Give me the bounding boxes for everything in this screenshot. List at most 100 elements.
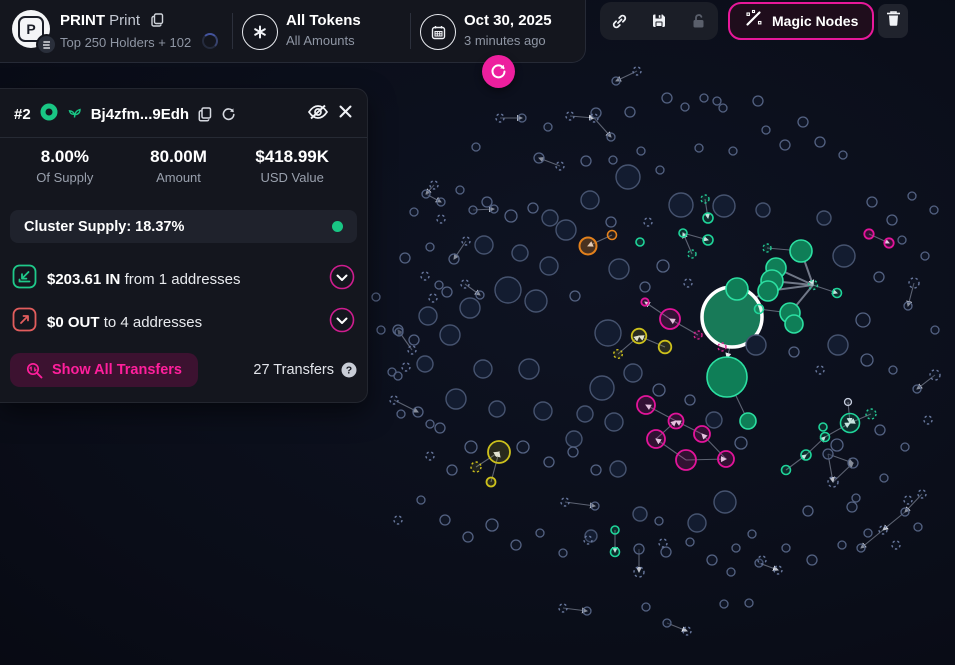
- holder-bubble[interactable]: [624, 106, 636, 118]
- holder-bubble[interactable]: [802, 505, 814, 517]
- holder-bubble[interactable]: [832, 244, 856, 268]
- token-logo[interactable]: P: [12, 10, 57, 55]
- holder-bubble[interactable]: [680, 102, 690, 112]
- green-holder-bubble[interactable]: [831, 287, 843, 299]
- holder-bubble[interactable]: [439, 514, 451, 526]
- magenta-magic-node-bubble[interactable]: [717, 342, 727, 352]
- holder-bubble[interactable]: [481, 196, 493, 208]
- holder-bubble[interactable]: [516, 440, 530, 454]
- magenta-holder-bubble[interactable]: [693, 425, 711, 443]
- holder-bubble[interactable]: [806, 554, 818, 566]
- holder-bubble[interactable]: [856, 543, 866, 553]
- holder-bubble[interactable]: [412, 406, 424, 418]
- yellow-magic-node-bubble[interactable]: [613, 349, 624, 360]
- holder-bubble[interactable]: [489, 204, 499, 214]
- holder-bubble[interactable]: [434, 422, 446, 434]
- holder-bubble[interactable]: [565, 430, 583, 448]
- magenta-holder-bubble[interactable]: [636, 395, 656, 415]
- holder-bubble[interactable]: [903, 301, 913, 311]
- holder-bubble[interactable]: [713, 490, 737, 514]
- holder-bubble[interactable]: [779, 139, 791, 151]
- holder-bubble[interactable]: [485, 518, 499, 532]
- green-holder-bubble[interactable]: [819, 431, 831, 443]
- tokens-filter[interactable]: All Tokens: [286, 12, 361, 29]
- magic-node-bubble[interactable]: [929, 369, 941, 381]
- holder-bubble[interactable]: [533, 152, 545, 164]
- holder-bubble[interactable]: [654, 516, 664, 526]
- holder-bubble[interactable]: [838, 150, 848, 160]
- holder-bubble[interactable]: [632, 506, 648, 522]
- holder-bubble[interactable]: [827, 334, 849, 356]
- hide-node-button[interactable]: [307, 103, 329, 126]
- show-all-transfers-button[interactable]: Show All Transfers: [10, 353, 198, 387]
- magic-node-bubble[interactable]: [401, 362, 411, 372]
- magic-node-bubble[interactable]: [643, 217, 653, 227]
- refresh-button[interactable]: [482, 55, 515, 88]
- green-magic-node-bubble[interactable]: [687, 249, 697, 259]
- holder-bubble[interactable]: [535, 528, 545, 538]
- holder-bubble[interactable]: [886, 214, 898, 226]
- holder-bubble[interactable]: [731, 543, 741, 553]
- holder-bubble[interactable]: [888, 365, 898, 375]
- magic-node-bubble[interactable]: [436, 214, 446, 224]
- holder-bubble[interactable]: [860, 353, 874, 367]
- holder-bubble[interactable]: [608, 258, 630, 280]
- magenta-holder-bubble[interactable]: [640, 297, 650, 307]
- holder-bubble[interactable]: [376, 325, 386, 335]
- cluster-holder-bubble[interactable]: [739, 412, 757, 430]
- link-icon[interactable]: [605, 6, 635, 36]
- holder-bubble[interactable]: [473, 359, 493, 379]
- holder-bubble[interactable]: [712, 194, 736, 218]
- holder-bubble[interactable]: [589, 375, 615, 401]
- holder-bubble[interactable]: [396, 409, 406, 419]
- holder-bubble[interactable]: [668, 192, 694, 218]
- holder-bubble[interactable]: [797, 116, 809, 128]
- holder-bubble[interactable]: [464, 440, 478, 454]
- green-magic-node-bubble[interactable]: [865, 408, 877, 420]
- magic-node-bubble[interactable]: [827, 476, 839, 488]
- close-icon[interactable]: [338, 104, 353, 124]
- holder-bubble[interactable]: [781, 543, 791, 553]
- holder-bubble[interactable]: [468, 205, 478, 215]
- magenta-holder-bubble[interactable]: [717, 450, 735, 468]
- wallet-address[interactable]: Bj4zfm...9Edh: [91, 106, 189, 123]
- green-holder-bubble[interactable]: [635, 237, 645, 247]
- holder-bubble[interactable]: [879, 473, 889, 483]
- magenta-holder-bubble[interactable]: [667, 412, 685, 430]
- magic-node-bubble[interactable]: [461, 236, 471, 246]
- holder-bubble[interactable]: [656, 259, 670, 273]
- magenta-holder-bubble[interactable]: [675, 449, 697, 471]
- green-holder-bubble[interactable]: [780, 464, 792, 476]
- holder-bubble[interactable]: [615, 164, 641, 190]
- holder-bubble[interactable]: [687, 513, 707, 533]
- refresh-icon[interactable]: [221, 107, 236, 122]
- holder-bubble[interactable]: [873, 271, 885, 283]
- holder-bubble[interactable]: [846, 501, 858, 513]
- holder-bubble[interactable]: [929, 205, 939, 215]
- date-selector[interactable]: Oct 30, 2025: [464, 12, 552, 29]
- holder-bubble[interactable]: [605, 216, 617, 228]
- holder-bubble[interactable]: [371, 292, 381, 302]
- holder-bubble[interactable]: [434, 280, 444, 290]
- holder-bubble[interactable]: [569, 290, 581, 302]
- holder-bubble[interactable]: [863, 528, 873, 538]
- magic-node-bubble[interactable]: [658, 538, 668, 548]
- lock-icon[interactable]: [683, 6, 713, 36]
- holder-bubble[interactable]: [455, 185, 465, 195]
- holder-bubble[interactable]: [441, 286, 453, 298]
- holder-bubble[interactable]: [590, 501, 600, 511]
- holder-bubble[interactable]: [446, 464, 458, 476]
- magic-node-bubble[interactable]: [565, 111, 575, 121]
- holder-bubble[interactable]: [930, 325, 940, 335]
- holder-bubble[interactable]: [755, 202, 771, 218]
- holder-bubble[interactable]: [712, 96, 722, 106]
- holder-bubble[interactable]: [471, 142, 481, 152]
- holder-bubble[interactable]: [408, 334, 420, 346]
- question-icon[interactable]: ?: [341, 362, 357, 378]
- holder-bubble[interactable]: [726, 567, 736, 577]
- green-holder-bubble[interactable]: [702, 212, 714, 224]
- holder-bubble[interactable]: [706, 554, 718, 566]
- white-ring-bubble[interactable]: [843, 397, 853, 407]
- green-holder-bubble[interactable]: [610, 525, 620, 535]
- holder-bubble[interactable]: [822, 448, 834, 460]
